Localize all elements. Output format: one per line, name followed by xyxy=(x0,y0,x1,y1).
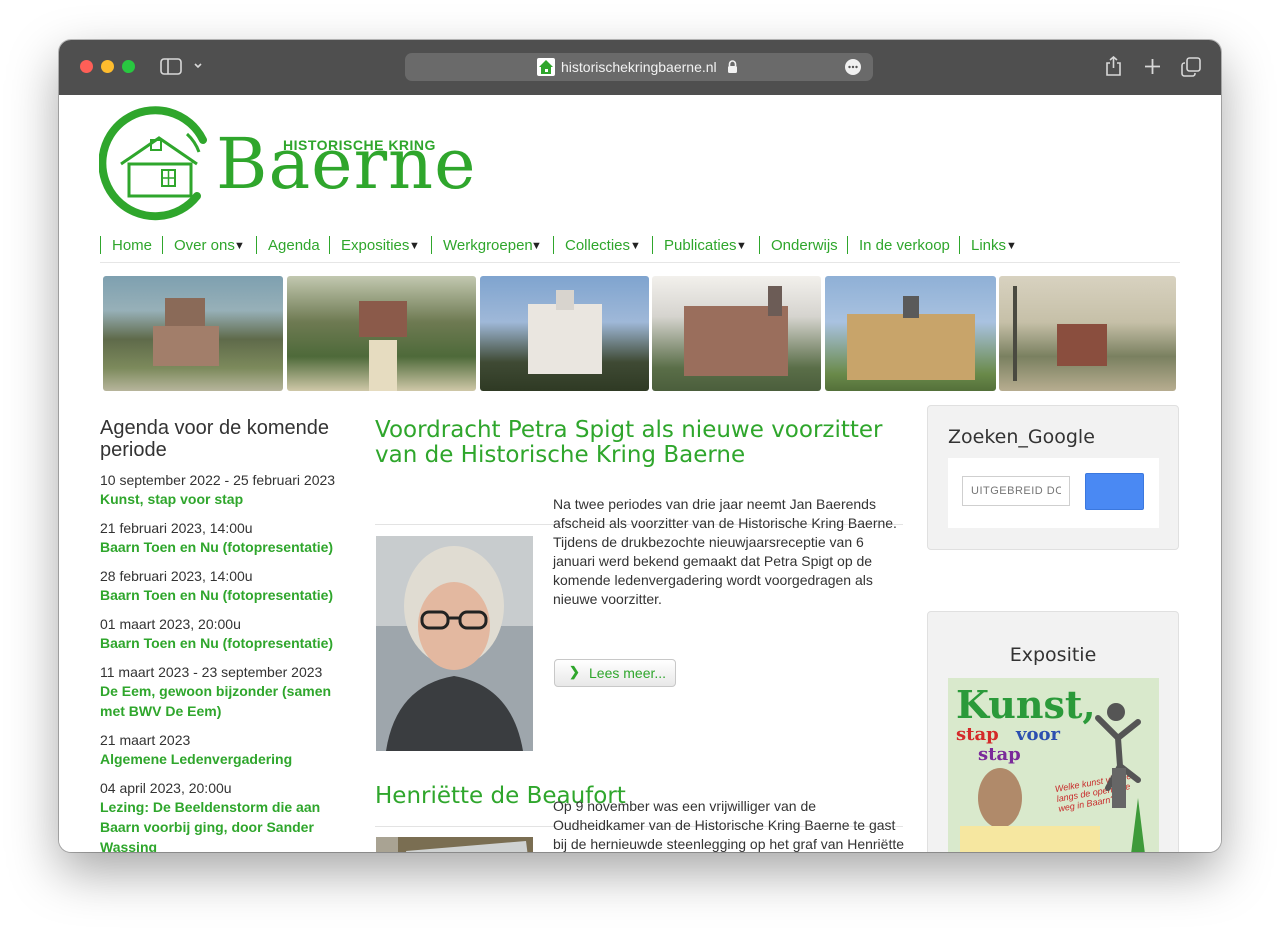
agenda-item-link[interactable]: Lezing: De Beeldenstorm die aan Baarn vo… xyxy=(100,797,345,852)
tab-overview-icon[interactable] xyxy=(1181,57,1201,77)
dropdown-caret-icon[interactable]: ▼ xyxy=(630,240,641,252)
portrait-photo[interactable] xyxy=(376,536,533,751)
nav-separator xyxy=(100,236,101,254)
browser-window: historischekringbaerne.nl HISTORISCHE KR… xyxy=(59,40,1221,852)
agenda-date: 01 maart 2023, 20:00u xyxy=(100,616,241,632)
nav-separator xyxy=(652,236,653,254)
sidebar-toggle-icon[interactable] xyxy=(160,58,182,75)
nav-item-home[interactable]: Home xyxy=(112,237,152,254)
nav-separator xyxy=(759,236,760,254)
nav-separator xyxy=(847,236,848,254)
agenda-date: 10 september 2022 - 25 februari 2023 xyxy=(100,472,336,488)
main-nav: Home Over ons ▼ Agenda Exposities ▼ Werk… xyxy=(100,234,1180,263)
url-text: historischekringbaerne.nl xyxy=(561,59,717,75)
nav-item-collecties[interactable]: Collecties xyxy=(565,237,630,254)
banner-photo-brick-villa xyxy=(652,276,821,391)
agenda-date: 21 februari 2023, 14:00u xyxy=(100,520,253,536)
article-summary: Na twee periodes van drie jaar neemt Jan… xyxy=(553,496,897,607)
logo-title[interactable]: Baerne xyxy=(216,123,477,205)
agenda-date: 11 maart 2023 - 23 september 2023 xyxy=(100,664,323,680)
nav-item-over-ons[interactable]: Over ons xyxy=(174,237,235,254)
agenda-item-link[interactable]: De Eem, gewoon bijzonder (samen met BWV … xyxy=(100,681,345,721)
expo-panel: Expositie Kunst, stap voor stap Welke ku… xyxy=(927,611,1179,852)
nav-separator xyxy=(553,236,554,254)
agenda-item-link[interactable]: Algemene Ledenvergadering xyxy=(100,749,345,769)
expo-panel-title: Expositie xyxy=(1009,644,1097,666)
nav-separator xyxy=(431,236,432,254)
nav-item-werkgroepen[interactable]: Werkgroepen xyxy=(443,237,533,254)
house-logo-icon[interactable] xyxy=(99,104,211,226)
banner-photo-avenue xyxy=(999,276,1176,391)
agenda-item-link[interactable]: Kunst, stap voor stap xyxy=(100,489,345,509)
nav-separator xyxy=(256,236,257,254)
chevron-right-icon: ❯ xyxy=(569,664,580,679)
web-page: HISTORISCHE KRING Baerne Home Over ons ▼… xyxy=(59,95,1221,852)
nav-item-publicaties[interactable]: Publicaties xyxy=(664,237,737,254)
agenda-date: 04 april 2023, 20:00u xyxy=(100,780,232,796)
zoom-window-button[interactable] xyxy=(122,60,135,73)
read-more-button[interactable]: ❯ Lees meer... xyxy=(554,659,676,687)
expo-poster[interactable]: Kunst, stap voor stap Welke kunst vind j… xyxy=(948,678,1159,852)
agenda-date: 28 februari 2023, 14:00u xyxy=(100,568,253,584)
minimize-window-button[interactable] xyxy=(101,60,114,73)
article-title[interactable]: Voordracht Petra Spigt als nieuwe voorzi… xyxy=(375,418,905,468)
banner-photo-yellow-mansion xyxy=(825,276,996,391)
banner-photo-garden xyxy=(287,276,476,391)
browser-titlebar: historischekringbaerne.nl xyxy=(59,40,1221,95)
nav-item-links[interactable]: Links xyxy=(971,237,1006,254)
dropdown-caret-icon[interactable]: ▼ xyxy=(409,240,420,252)
nav-item-agenda[interactable]: Agenda xyxy=(268,237,320,254)
search-panel-title: Zoeken_Google xyxy=(948,426,1095,448)
search-box-container xyxy=(948,458,1159,528)
dropdown-caret-icon[interactable]: ▼ xyxy=(234,240,245,252)
dropdown-caret-icon[interactable]: ▼ xyxy=(531,240,542,252)
search-panel: Zoeken_Google xyxy=(927,405,1179,550)
nav-item-onderwijs[interactable]: Onderwijs xyxy=(771,237,838,254)
lock-icon xyxy=(728,60,737,73)
agenda-item-link[interactable]: Baarn Toen en Nu (fotopresentatie) xyxy=(100,633,345,653)
dropdown-caret-icon[interactable]: ▼ xyxy=(1006,240,1017,252)
nav-separator xyxy=(959,236,960,254)
article-summary: Op 9 november was een vrijwilliger van d… xyxy=(553,798,905,852)
address-bar[interactable]: historischekringbaerne.nl xyxy=(405,53,873,81)
nav-separator xyxy=(162,236,163,254)
nav-separator xyxy=(329,236,330,254)
share-icon[interactable] xyxy=(1105,56,1122,76)
agenda-item-link[interactable]: Baarn Toen en Nu (fotopresentatie) xyxy=(100,585,345,605)
site-favicon-icon xyxy=(537,58,555,76)
banner-photo-white-villa xyxy=(480,276,649,391)
google-search-input[interactable] xyxy=(962,476,1070,506)
agenda-title: Agenda voor de komende periode xyxy=(100,417,330,461)
grave-photo[interactable] xyxy=(376,837,533,852)
banner-photo-villa-1 xyxy=(103,276,283,391)
dropdown-caret-icon[interactable]: ▼ xyxy=(736,240,747,252)
nav-item-in-de-verkoop[interactable]: In de verkoop xyxy=(859,237,950,254)
poster-illustration xyxy=(960,703,1145,852)
close-window-button[interactable] xyxy=(80,60,93,73)
new-tab-icon[interactable] xyxy=(1144,58,1161,75)
nav-item-exposities[interactable]: Exposities xyxy=(341,237,409,254)
google-search-button[interactable] xyxy=(1085,473,1144,510)
read-more-label: Lees meer... xyxy=(589,665,667,681)
agenda-item-link[interactable]: Baarn Toen en Nu (fotopresentatie) xyxy=(100,537,345,557)
chevron-down-icon[interactable] xyxy=(193,62,203,70)
more-options-icon[interactable] xyxy=(845,59,861,75)
agenda-date: 21 maart 2023 xyxy=(100,732,191,748)
